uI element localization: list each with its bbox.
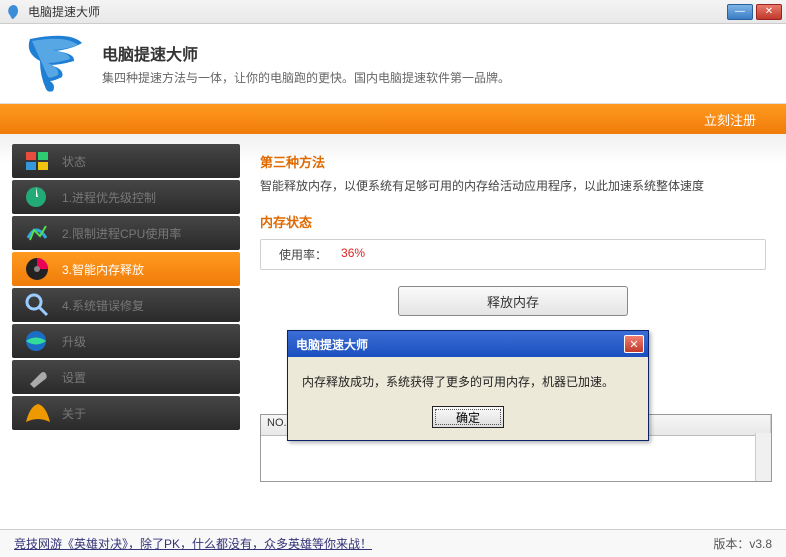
memory-usage-box: 使用率： 36% (260, 239, 766, 270)
app-logo-icon (4, 3, 22, 21)
method-description: 智能释放内存，以便系统有足够可用的内存给活动应用程序，以此加速系统整体速度 (260, 177, 766, 194)
sidebar-item-memory-release[interactable]: 3.智能内存释放 (12, 252, 240, 286)
memory-status-title: 内存状态 (260, 212, 766, 231)
message-dialog: 电脑提速大师 ✕ 内存释放成功，系统获得了更多的可用内存，机器已加速。 确定 (287, 330, 649, 441)
wrench-icon (20, 360, 58, 394)
sidebar-item-settings[interactable]: 设置 (12, 360, 240, 394)
sidebar-item-label: 4.系统错误修复 (62, 297, 144, 314)
app-header: 电脑提速大师 集四种提速方法与一体，让你的电脑跑的更快。国内电脑提速软件第一品牌… (0, 24, 786, 104)
app-title: 电脑提速大师 (102, 41, 510, 65)
memory-release-icon (20, 252, 58, 286)
magnifier-icon (20, 288, 58, 322)
sidebar-item-label: 升级 (62, 333, 86, 350)
minimize-button[interactable]: — (727, 4, 753, 20)
status-bar: 竞技网游《英雄对决》，除了PK，什么都没有，众多英雄等你来战！ 版本：v3.8 (0, 529, 786, 557)
upgrade-globe-icon (20, 324, 58, 358)
sidebar-item-status[interactable]: 状态 (12, 144, 240, 178)
cpu-limit-icon (20, 216, 58, 250)
top-orange-bar: 立刻注册 (0, 104, 786, 134)
sidebar-item-label: 3.智能内存释放 (62, 261, 144, 278)
app-slogan: 集四种提速方法与一体，让你的电脑跑的更快。国内电脑提速软件第一品牌。 (102, 69, 510, 86)
tornado-icon (20, 31, 90, 97)
usage-label: 使用率： (279, 246, 327, 263)
sidebar-item-upgrade[interactable]: 升级 (12, 324, 240, 358)
window-close-button[interactable]: ✕ (756, 4, 782, 20)
process-priority-icon (20, 180, 58, 214)
dialog-title-text: 电脑提速大师 (296, 336, 368, 353)
window-title: 电脑提速大师 (28, 3, 100, 20)
sidebar-item-label: 设置 (62, 369, 86, 386)
about-icon (20, 396, 58, 430)
sidebar-item-about[interactable]: 关于 (12, 396, 240, 430)
version-label: 版本：v3.8 (713, 535, 772, 552)
register-link[interactable]: 立刻注册 (704, 110, 756, 129)
main-content: 第三种方法 智能释放内存，以便系统有足够可用的内存给活动应用程序，以此加速系统整… (240, 134, 786, 512)
sidebar-item-label: 2.限制进程CPU使用率 (62, 225, 181, 242)
sidebar-item-label: 关于 (62, 405, 86, 422)
footer-ad-link[interactable]: 竞技网游《英雄对决》，除了PK，什么都没有，众多英雄等你来战！ (14, 535, 372, 552)
usage-value: 36% (341, 246, 365, 263)
dialog-message: 内存释放成功，系统获得了更多的可用内存，机器已加速。 (302, 373, 634, 390)
sidebar-item-error-fix[interactable]: 4.系统错误修复 (12, 288, 240, 322)
window-titlebar: 电脑提速大师 — ✕ (0, 0, 786, 24)
sidebar-item-label: 1.进程优先级控制 (62, 189, 156, 206)
dialog-titlebar[interactable]: 电脑提速大师 ✕ (288, 331, 648, 357)
dialog-close-button[interactable]: ✕ (624, 335, 644, 353)
method-title: 第三种方法 (260, 152, 766, 171)
sidebar: 状态 1.进程优先级控制 2.限制进程CPU使用率 3.智能内存释放 4.系统错… (0, 134, 240, 512)
sidebar-item-priority[interactable]: 1.进程优先级控制 (12, 180, 240, 214)
table-scrollbar[interactable] (755, 433, 771, 481)
release-memory-button[interactable]: 释放内存 (398, 286, 628, 316)
sidebar-item-cpu-limit[interactable]: 2.限制进程CPU使用率 (12, 216, 240, 250)
sidebar-item-label: 状态 (62, 153, 86, 170)
windows-flag-icon (20, 144, 58, 178)
dialog-ok-button[interactable]: 确定 (432, 406, 504, 428)
